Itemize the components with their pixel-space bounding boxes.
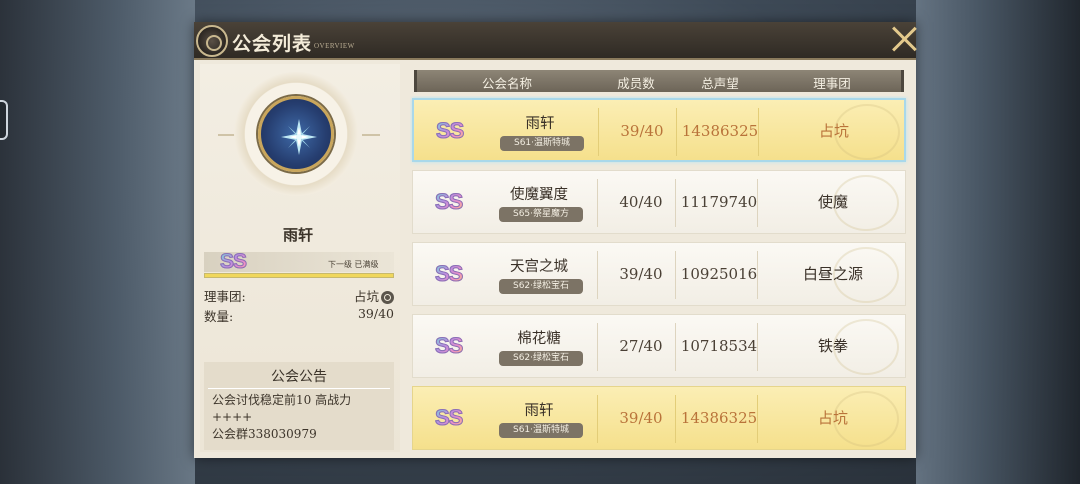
column-divider <box>675 395 676 443</box>
column-divider <box>757 179 758 227</box>
council-value: 占坑 <box>353 289 379 304</box>
column-divider <box>758 108 759 156</box>
column-divider <box>597 395 598 443</box>
column-divider <box>757 395 758 443</box>
guild-row-members: 40/40 <box>619 193 663 211</box>
column-divider <box>675 251 676 299</box>
guild-emblem-icon <box>196 25 228 57</box>
column-divider <box>757 251 758 299</box>
guild-detail-panel: 雨轩 SS 下一级 已满级 理事团: 占坑 数量: 39/40 公会公告 公会讨… <box>200 64 400 452</box>
my-guild-row[interactable]: SS 雨轩 S61·温斯特城 39/40 14386325 占坑 <box>412 386 906 450</box>
guild-row-prestige: 10718534 <box>680 337 758 355</box>
compass-star-icon <box>281 119 317 155</box>
guild-row-council: 占坑 <box>818 122 849 140</box>
column-divider <box>676 108 677 156</box>
guild-row[interactable]: SS 天宫之城 S62·绿松宝石 39/40 10925016 白昼之源 <box>412 242 906 306</box>
guild-row[interactable]: SS 使魔翼度 S65·祭星魔方 40/40 11179740 使魔 <box>412 170 906 234</box>
guild-row-council: 占坑 <box>817 409 848 427</box>
guild-row-server: S62·绿松宝石 <box>499 279 583 294</box>
column-divider <box>597 179 598 227</box>
table-header: 公会名称 成员数 总声望 理事团 <box>414 70 904 92</box>
guild-row-members: 39/40 <box>619 409 663 427</box>
council-value-wrap: 占坑 <box>354 286 394 305</box>
panel-header: 公会列表 OVERVIEW <box>194 22 916 60</box>
header-prestige: 总声望 <box>701 76 739 91</box>
header-members: 成员数 <box>617 76 655 91</box>
column-divider <box>597 323 598 371</box>
guild-name: 雨轩 <box>282 226 313 244</box>
close-button[interactable] <box>890 24 918 52</box>
level-progress-fill <box>205 274 393 277</box>
guild-row-prestige: 11179740 <box>680 193 758 211</box>
guild-list-panel: 公会列表 OVERVIEW 雨轩 SS 下一级 已满级 理事团: 占坑 数量: … <box>194 22 916 458</box>
guild-row-members: 39/40 <box>619 265 663 283</box>
guild-row-server: S61·温斯特城 <box>500 136 584 151</box>
guild-row-name: 使魔翼度 <box>510 187 568 203</box>
emblem-divider-right <box>362 134 380 136</box>
guild-row-members: 39/40 <box>620 122 664 140</box>
panel-subtitle: OVERVIEW <box>314 42 355 50</box>
guild-row-server: S62·绿松宝石 <box>499 351 583 366</box>
column-divider <box>675 323 676 371</box>
guild-row-prestige: 14386325 <box>681 122 759 140</box>
guild-row-name: 棉花糖 <box>517 331 561 347</box>
council-row: 理事团: 占坑 <box>204 286 394 305</box>
guild-badge-icon[interactable] <box>258 96 334 172</box>
rank-badge: SS <box>435 261 471 287</box>
rank-badge: SS <box>435 333 471 359</box>
notice-body: 公会讨伐稳定前10 高战力 ++++ 公会群338030979 <box>212 393 352 441</box>
guild-row-server: S65·祭星魔方 <box>499 207 583 222</box>
header-guild-name: 公会名称 <box>481 76 532 91</box>
guild-notice: 公会公告 公会讨伐稳定前10 高战力 ++++ 公会群338030979 <box>204 362 394 450</box>
column-divider <box>598 108 599 156</box>
guild-row-name: 天宫之城 <box>510 259 568 275</box>
rank-badge: SS <box>435 405 471 431</box>
guild-row-prestige: 14386325 <box>680 409 758 427</box>
panel-title: 公会列表 <box>232 33 313 55</box>
background-right <box>916 0 1080 484</box>
guild-row[interactable]: SS 棉花糖 S62·绿松宝石 27/40 10718534 铁拳 <box>412 314 906 378</box>
rank-badge: SS <box>435 189 471 215</box>
guild-row-council: 铁拳 <box>817 337 848 355</box>
list-fade <box>410 378 910 386</box>
guild-row-name: 雨轩 <box>525 116 555 132</box>
search-icon[interactable] <box>381 291 394 304</box>
count-row: 数量: 39/40 <box>204 306 394 325</box>
guild-row[interactable]: SS 雨轩 S61·温斯特城 39/40 14386325 占坑 <box>412 98 906 162</box>
guild-row-prestige: 10925016 <box>680 265 758 283</box>
notice-divider <box>208 388 390 389</box>
rank-badge: SS <box>436 118 472 144</box>
count-label: 数量: <box>204 309 234 324</box>
background-left <box>0 0 195 484</box>
guild-row-members: 27/40 <box>619 337 663 355</box>
notice-title: 公会公告 <box>271 369 327 385</box>
guild-row-server: S61·温斯特城 <box>499 423 583 438</box>
level-status-text: 下一级 已满级 <box>328 260 379 269</box>
guild-row-name: 雨轩 <box>524 403 554 419</box>
guild-emblem-frame <box>234 72 358 196</box>
guild-row-council: 使魔 <box>817 193 848 211</box>
column-divider <box>597 251 598 299</box>
column-divider <box>675 179 676 227</box>
header-council: 理事团 <box>813 76 851 91</box>
side-drawer-handle[interactable] <box>0 100 8 140</box>
rank-badge: SS <box>220 250 260 274</box>
count-value: 39/40 <box>357 306 394 321</box>
council-label: 理事团: <box>204 289 246 304</box>
column-divider <box>757 323 758 371</box>
guild-list[interactable]: SS 雨轩 S61·温斯特城 39/40 14386325 占坑 SS 使魔翼度… <box>410 96 910 452</box>
level-progress-bar <box>204 273 394 278</box>
guild-row-council: 白昼之源 <box>802 265 863 283</box>
